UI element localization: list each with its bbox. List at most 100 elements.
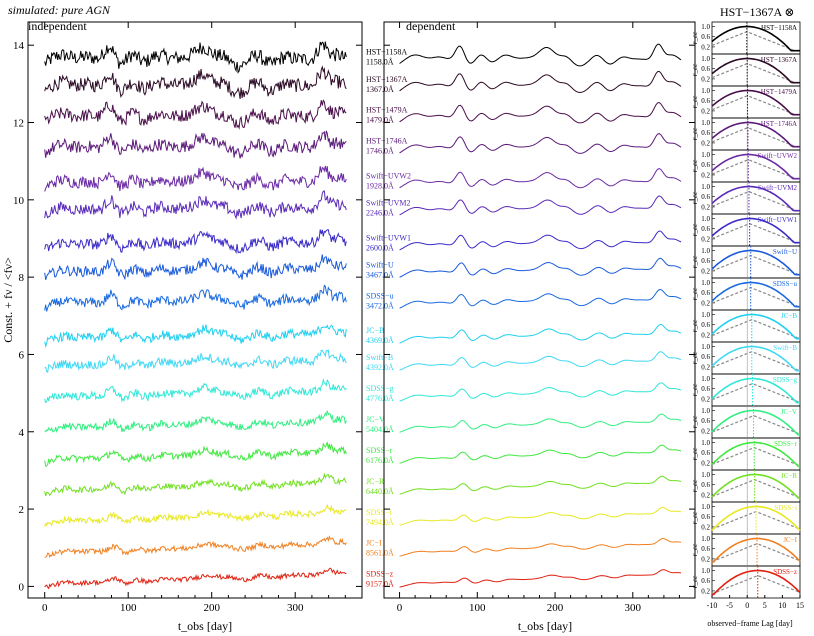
rcc-tick-label: 0.2 xyxy=(701,427,710,435)
rcc-tick-label: 1.0 xyxy=(701,439,710,447)
band-wavelength-label: 1367.0Å xyxy=(366,85,394,94)
band-wavelength-label: 1928.0Å xyxy=(366,181,394,190)
series-line-4 xyxy=(44,165,347,192)
ccf-band-label: JC−B xyxy=(781,312,797,320)
ccf-subplot-14: 1.0 0.6 0.2r_cc JC−R xyxy=(691,469,801,503)
ccf-subplot-7: 1.0 0.6 0.2r_cc Swift−U xyxy=(691,245,801,279)
series-line-6 xyxy=(44,229,347,255)
rcc-tick-label: 0.2 xyxy=(701,363,710,371)
series-line-1 xyxy=(399,70,682,94)
series-line-2 xyxy=(44,99,347,130)
rcc-axis-label: r_cc xyxy=(691,511,699,524)
rcc-tick-label: 0.2 xyxy=(701,171,710,179)
rcc-tick-label: 0.6 xyxy=(701,545,710,553)
series-line-8 xyxy=(399,288,682,309)
x-tick-label: 0 xyxy=(397,602,403,614)
ccf-subplot-12: 1.0 0.6 0.2r_cc JC−V xyxy=(691,405,801,439)
rcc-axis-label: r_cc xyxy=(691,63,699,76)
rcc-tick-label: 0.6 xyxy=(701,353,710,361)
rcc-tick-label: 1.0 xyxy=(701,87,710,95)
rcc-tick-label: 0.6 xyxy=(701,289,710,297)
ccf-dashed-curve xyxy=(711,446,801,467)
left-panel-label: independent xyxy=(28,19,87,33)
figure-title: simulated: pure AGN xyxy=(8,3,111,17)
series-line-3 xyxy=(44,130,347,159)
band-wavelength-label: 4369.0Å xyxy=(366,336,394,345)
x-tick-label: 200 xyxy=(203,602,220,614)
band-wavelength-label: 4776.0Å xyxy=(366,394,394,403)
series-line-8 xyxy=(44,284,347,312)
band-name-label: HST−1367A xyxy=(366,75,408,84)
rcc-tick-label: 0.2 xyxy=(701,75,710,83)
band-wavelength-label: 4392.0Å xyxy=(366,363,394,372)
ccf-dashed-curve xyxy=(711,127,800,148)
rcc-axis-label: r_cc xyxy=(691,287,699,300)
lag-tick-label: 10 xyxy=(778,601,786,610)
middle-panel-label: dependent xyxy=(406,19,456,33)
rcc-axis-label: r_cc xyxy=(691,383,699,396)
middle-panel: 0 100 200 300 xyxy=(383,21,696,614)
band-wavelength-label: 9157.0Å xyxy=(366,580,394,589)
ccf-band-label: SDSS−u xyxy=(773,280,798,288)
rcc-axis-label: r_cc xyxy=(691,575,699,588)
rcc-tick-label: 1.0 xyxy=(701,343,710,351)
y-tick-label: 12 xyxy=(13,118,24,130)
ccf-band-label: Swift−B xyxy=(773,344,797,352)
ccf-subplot-13: 1.0 0.6 0.2r_cc SDSS−r xyxy=(691,437,801,471)
series-line-7 xyxy=(44,254,347,281)
series-line-7 xyxy=(399,257,682,278)
rcc-axis-label: r_cc xyxy=(691,95,699,108)
rcc-tick-label: 1.0 xyxy=(701,471,710,479)
series-line-11 xyxy=(399,382,682,402)
x-tick-label: 0 xyxy=(42,602,48,614)
rcc-tick-label: 0.6 xyxy=(701,385,710,393)
ccf-dashed-curve xyxy=(711,159,800,180)
band-wavelength-label: 3467.0Å xyxy=(366,270,394,279)
band-name-label: HST−1479A xyxy=(366,106,408,115)
rcc-tick-label: 1.0 xyxy=(701,55,710,63)
rcc-axis-label: r_cc xyxy=(691,447,699,460)
ccf-band-label: Swift−UVW2 xyxy=(758,152,798,160)
band-wavelength-label: 7494.0Å xyxy=(366,518,394,527)
series-line-0 xyxy=(44,41,347,74)
rcc-tick-label: 0.6 xyxy=(701,33,710,41)
rcc-tick-label: 1.0 xyxy=(701,311,710,319)
ccf-band-label: HST−1158A xyxy=(761,24,797,32)
band-wavelength-label: 6176.0Å xyxy=(366,456,394,465)
x-tick-label: 300 xyxy=(287,602,304,614)
band-name-label: SDSS−u xyxy=(366,291,394,300)
rcc-tick-label: 1.0 xyxy=(701,119,710,127)
x-tick-label: 100 xyxy=(120,602,137,614)
rcc-axis-label: r_cc xyxy=(691,159,699,172)
lag-tick-label: -10 xyxy=(707,601,718,610)
ccf-dashed-curve xyxy=(711,62,800,84)
y-tick-label: 10 xyxy=(13,195,25,207)
rcc-axis-label: r_cc xyxy=(691,255,699,268)
rcc-tick-label: 0.2 xyxy=(701,107,710,115)
band-wavelength-label: 1158.0Å xyxy=(366,58,394,67)
ccf-subplot-1: 1.0 0.6 0.2r_cc HST−1367A xyxy=(691,53,801,87)
series-line-15 xyxy=(44,503,347,527)
rcc-tick-label: 0.6 xyxy=(701,513,710,521)
ccf-dashed-curve xyxy=(711,479,801,499)
rcc-tick-label: 0.2 xyxy=(701,331,710,339)
series-line-3 xyxy=(399,133,682,154)
band-wavelength-label: 6440.0Å xyxy=(366,487,394,496)
lag-tick-label: 0 xyxy=(745,601,749,610)
series-line-4 xyxy=(399,168,682,189)
rcc-axis-label: r_cc xyxy=(691,351,699,364)
band-name-label: HST−1746A xyxy=(366,137,408,146)
figure: simulated: pure AGN 0 100 200 3000246810121… xyxy=(1,3,804,633)
rcc-tick-label: 0.2 xyxy=(701,139,710,147)
series-line-16 xyxy=(399,538,682,557)
rcc-tick-label: 1.0 xyxy=(701,407,710,415)
lag-tick-label: 5 xyxy=(763,601,767,610)
ccf-subplot-0: 1.0 0.6 0.2r_cc HST−1158A xyxy=(691,21,801,55)
ccf-subplot-5: 1.0 0.6 0.2r_cc Swift−UVM2 xyxy=(691,181,801,215)
rcc-tick-label: 0.6 xyxy=(701,449,710,457)
rcc-tick-label: 1.0 xyxy=(701,215,710,223)
series-line-11 xyxy=(44,377,347,404)
series-line-16 xyxy=(44,535,347,559)
rcc-axis-label: r_cc xyxy=(691,191,699,204)
band-name-label: JC−B xyxy=(366,326,384,335)
